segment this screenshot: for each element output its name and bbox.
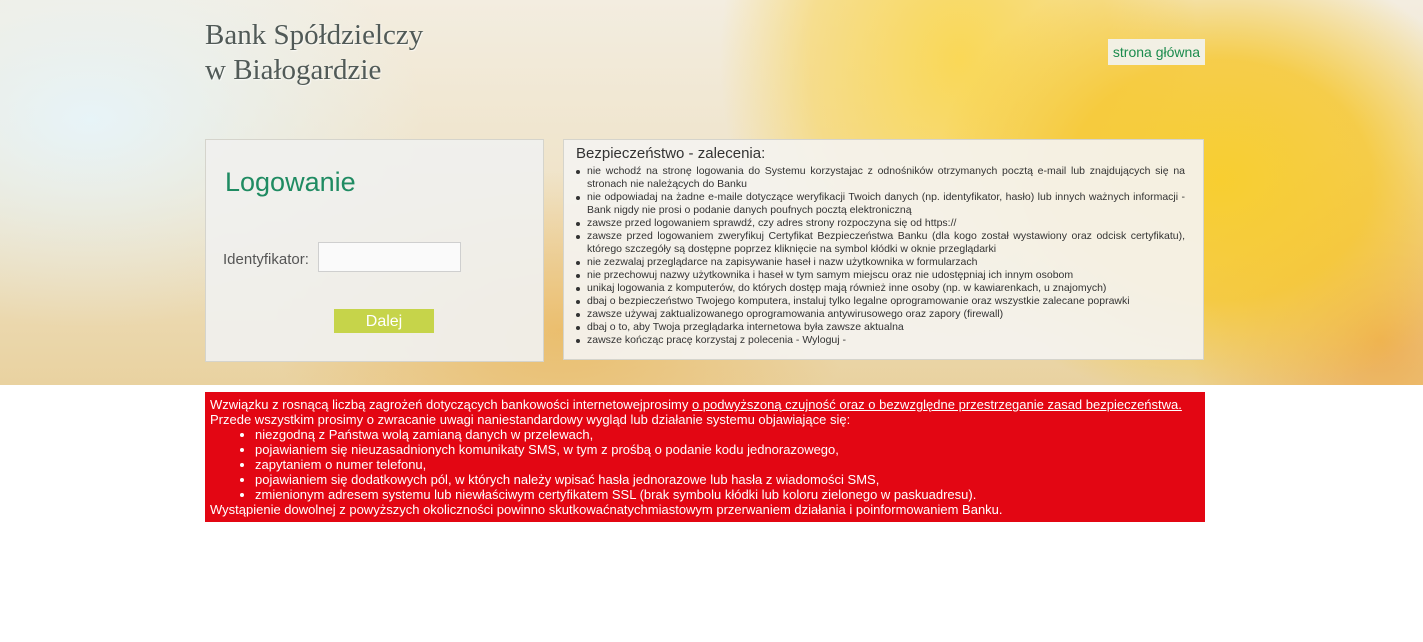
alert-item: pojawianiem się nieuzasadnionych komunik… <box>255 442 1200 457</box>
alert-intro: Wzwiązku z rosnącą liczbą zagrożeń dotyc… <box>210 397 692 412</box>
alert-intro-link[interactable]: o podwyższoną czujność oraz o bezwzględn… <box>692 397 1182 412</box>
login-panel: Logowanie Identyfikator: Dalej <box>205 139 544 362</box>
login-title: Logowanie <box>225 167 356 197</box>
security-item: zawsze przed logowaniem zweryfikuj Certy… <box>576 230 1185 255</box>
security-item: nie wchodź na stronę logowania do System… <box>576 165 1185 190</box>
security-item: unikaj logowania z komputerów, do któryc… <box>576 282 1185 295</box>
security-alert: Wzwiązku z rosnącą liczbą zagrożeń dotyc… <box>205 392 1205 522</box>
bank-name-line2: w Białogardzie <box>205 54 382 86</box>
alert-item: zmienionym adresem systemu lub niewłaści… <box>255 487 1200 502</box>
security-item: dbaj o bezpieczeństwo Twojego komputera,… <box>576 295 1185 308</box>
alert-footer: Wystąpienie dowolnej z powyższych okolic… <box>210 502 1003 517</box>
home-link[interactable]: strona główna <box>1108 39 1205 65</box>
identifier-label: Identyfikator: <box>223 251 309 268</box>
security-item: nie przechowuj nazwy użytkownika i haseł… <box>576 269 1185 282</box>
alert-intro-line: Wzwiązku z rosnącą liczbą zagrożeń dotyc… <box>210 397 1200 412</box>
security-item: zawsze używaj zaktualizowanego oprogramo… <box>576 308 1185 321</box>
security-panel: Bezpieczeństwo - zalecenia: nie wchodź n… <box>563 139 1204 360</box>
alert-line2: Przede wszystkim prosimy o zwracanie uwa… <box>210 412 851 427</box>
bank-logo-title: Bank Spółdzielczy w Białogardzie <box>205 18 423 88</box>
identifier-input[interactable] <box>318 242 461 272</box>
security-item: nie odpowiadaj na żadne e-maile dotycząc… <box>576 191 1185 216</box>
security-item: nie zezwalaj przeglądarce na zapisywanie… <box>576 256 1185 269</box>
security-item: zawsze przed logowaniem sprawdź, czy adr… <box>576 217 1185 230</box>
bank-name-line1: Bank Spółdzielczy <box>205 19 424 51</box>
security-item: zawsze kończąc pracę korzystaj z polecen… <box>576 334 1185 347</box>
security-item: dbaj o to, aby Twoja przeglądarka intern… <box>576 321 1185 334</box>
next-button[interactable]: Dalej <box>334 309 434 333</box>
security-title: Bezpieczeństwo - zalecenia: <box>576 145 766 162</box>
alert-item: zapytaniem o numer telefonu, <box>255 457 1200 472</box>
alert-list: niezgodną z Państwa wolą zamianą danych … <box>210 427 1200 502</box>
security-list: nie wchodź na stronę logowania do System… <box>576 165 1185 347</box>
alert-item: niezgodną z Państwa wolą zamianą danych … <box>255 427 1200 442</box>
alert-item: pojawianiem się dodatkowych pól, w który… <box>255 472 1200 487</box>
